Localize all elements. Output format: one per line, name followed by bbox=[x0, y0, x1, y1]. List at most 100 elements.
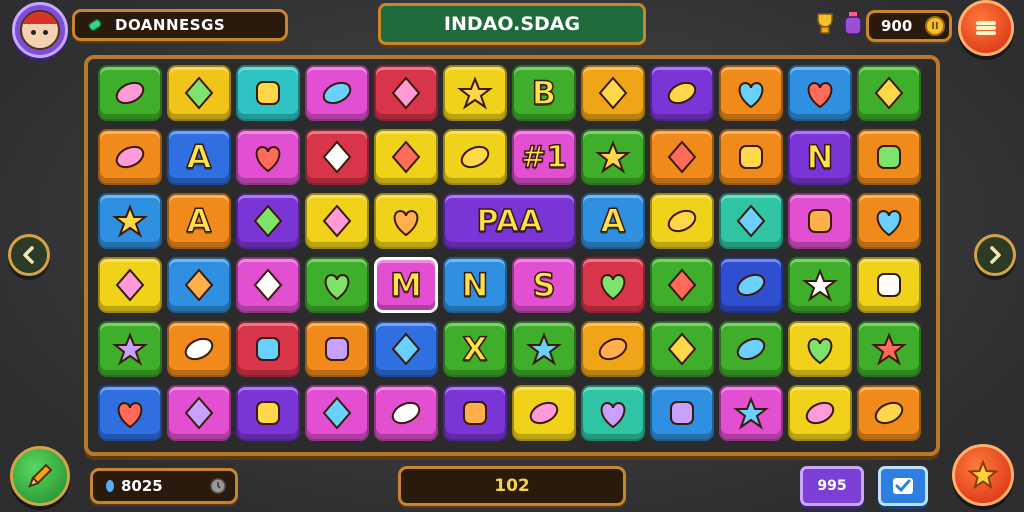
board-tile[interactable] bbox=[374, 321, 438, 377]
avocado-icon bbox=[736, 337, 766, 361]
board-tile[interactable] bbox=[788, 193, 852, 249]
board-tile[interactable]: B bbox=[512, 65, 576, 121]
pencil-button[interactable] bbox=[10, 446, 70, 506]
board-tile[interactable] bbox=[581, 129, 645, 185]
board-tile[interactable] bbox=[581, 321, 645, 377]
board-tile[interactable]: PAA bbox=[443, 193, 576, 249]
board-tile[interactable] bbox=[581, 257, 645, 313]
board-tile[interactable] bbox=[305, 321, 369, 377]
menu-button[interactable] bbox=[958, 0, 1014, 56]
icecream-icon bbox=[184, 268, 214, 302]
board-tile[interactable] bbox=[581, 385, 645, 441]
board-tile[interactable] bbox=[305, 65, 369, 121]
board-tile[interactable] bbox=[305, 257, 369, 313]
player-avatar[interactable] bbox=[12, 2, 68, 58]
board-tile[interactable] bbox=[719, 129, 783, 185]
next-button[interactable] bbox=[974, 234, 1016, 276]
board-tile[interactable] bbox=[650, 65, 714, 121]
board-tile[interactable] bbox=[581, 65, 645, 121]
board-tile[interactable]: N bbox=[443, 257, 507, 313]
board-tile[interactable] bbox=[857, 129, 921, 185]
board-tile[interactable] bbox=[650, 129, 714, 185]
previous-button[interactable] bbox=[8, 234, 50, 276]
board-tile[interactable] bbox=[236, 129, 300, 185]
board-tile[interactable] bbox=[788, 65, 852, 121]
counter-button[interactable]: 995 bbox=[800, 466, 864, 506]
board-tile[interactable] bbox=[167, 257, 231, 313]
horseshoe-icon bbox=[802, 268, 838, 302]
board-tile[interactable] bbox=[98, 129, 162, 185]
clock-icon bbox=[210, 478, 226, 494]
potion-icon[interactable] bbox=[842, 10, 864, 36]
board-tile[interactable] bbox=[236, 193, 300, 249]
board-tile[interactable] bbox=[305, 129, 369, 185]
tile-letter: A bbox=[600, 201, 626, 241]
board-tile[interactable]: M bbox=[374, 257, 438, 313]
gingerbread-icon bbox=[253, 268, 283, 302]
board-tile[interactable] bbox=[98, 65, 162, 121]
gift-tag-icon bbox=[871, 332, 907, 366]
board-tile[interactable] bbox=[650, 257, 714, 313]
board-tile[interactable] bbox=[305, 385, 369, 441]
board-tile[interactable] bbox=[98, 257, 162, 313]
purple-pepper-icon bbox=[736, 273, 766, 297]
bottle-icon bbox=[256, 401, 280, 425]
board-tile[interactable] bbox=[236, 257, 300, 313]
board-tile[interactable]: A bbox=[167, 193, 231, 249]
board-tile[interactable]: #1 bbox=[512, 129, 576, 185]
board-tile[interactable] bbox=[443, 65, 507, 121]
board-tile[interactable]: A bbox=[581, 193, 645, 249]
board-tile[interactable] bbox=[788, 321, 852, 377]
banana-icon bbox=[667, 268, 697, 302]
board-tile[interactable] bbox=[512, 385, 576, 441]
board-tile[interactable] bbox=[719, 257, 783, 313]
board-tile[interactable]: S bbox=[512, 257, 576, 313]
board-tile[interactable] bbox=[650, 193, 714, 249]
board-tile[interactable]: X bbox=[443, 321, 507, 377]
board-tile[interactable] bbox=[788, 257, 852, 313]
board-tile[interactable] bbox=[650, 385, 714, 441]
leaf-icon bbox=[460, 145, 490, 169]
board-tile[interactable] bbox=[719, 385, 783, 441]
board-tile[interactable] bbox=[857, 257, 921, 313]
board-tile[interactable] bbox=[857, 321, 921, 377]
star-gold-icon bbox=[256, 337, 280, 361]
board-tile[interactable] bbox=[98, 321, 162, 377]
board-tile[interactable] bbox=[857, 65, 921, 121]
board-tile[interactable] bbox=[167, 385, 231, 441]
board-tile[interactable] bbox=[305, 193, 369, 249]
leaf-big-icon bbox=[184, 396, 214, 430]
check-button[interactable] bbox=[878, 466, 928, 506]
board-tile[interactable] bbox=[650, 321, 714, 377]
x-cross-icon bbox=[738, 81, 764, 109]
board-tile[interactable] bbox=[788, 385, 852, 441]
board-tile[interactable] bbox=[167, 321, 231, 377]
board-tile[interactable] bbox=[374, 129, 438, 185]
board-tile[interactable]: A bbox=[167, 129, 231, 185]
board-tile[interactable] bbox=[719, 321, 783, 377]
coin-count: 900 bbox=[881, 17, 913, 35]
board-tile[interactable] bbox=[98, 385, 162, 441]
gem-icon bbox=[106, 480, 114, 492]
star-red-icon bbox=[667, 332, 697, 366]
board-tile[interactable] bbox=[374, 65, 438, 121]
board-tile[interactable] bbox=[719, 65, 783, 121]
board-tile[interactable] bbox=[443, 129, 507, 185]
coin-icon: II bbox=[925, 16, 945, 36]
board-tile[interactable] bbox=[374, 385, 438, 441]
tile-letter: A bbox=[186, 137, 212, 177]
star-button[interactable] bbox=[952, 444, 1014, 506]
board-tile[interactable] bbox=[236, 65, 300, 121]
board-tile[interactable]: N bbox=[788, 129, 852, 185]
board-tile[interactable] bbox=[374, 193, 438, 249]
board-tile[interactable] bbox=[98, 193, 162, 249]
board-tile[interactable] bbox=[167, 65, 231, 121]
trophy-icon[interactable] bbox=[814, 10, 836, 36]
board-tile[interactable] bbox=[857, 193, 921, 249]
board-tile[interactable] bbox=[512, 321, 576, 377]
board-tile[interactable] bbox=[857, 385, 921, 441]
board-tile[interactable] bbox=[236, 321, 300, 377]
board-tile[interactable] bbox=[443, 385, 507, 441]
board-tile[interactable] bbox=[719, 193, 783, 249]
board-tile[interactable] bbox=[236, 385, 300, 441]
